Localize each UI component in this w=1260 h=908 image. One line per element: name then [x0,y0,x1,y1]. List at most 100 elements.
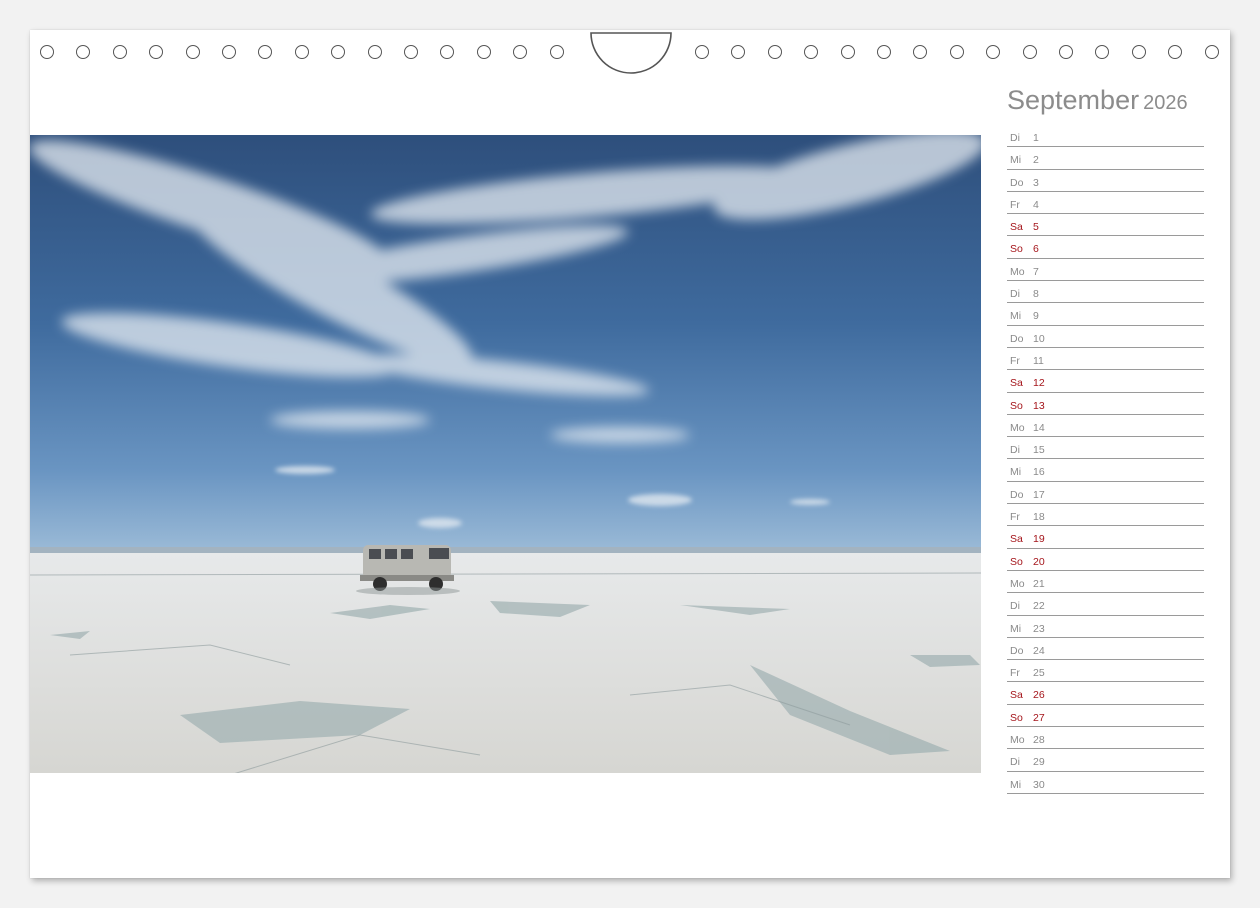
weekday-label: Sa [1010,377,1023,390]
day-number: 4 [1033,198,1039,211]
day-number: 8 [1033,288,1039,301]
day-number: 10 [1033,332,1045,345]
weekday-label: Sa [1010,221,1023,234]
binding-ring [804,45,818,59]
binding-ring [113,45,127,59]
weekday-label: Mi [1010,154,1022,167]
day-row: Sa 19 [1007,526,1204,549]
binding-ring [768,45,782,59]
day-number: 3 [1033,176,1039,189]
weekday-label: Mi [1010,310,1022,323]
day-row: Mi 9 [1007,303,1204,326]
day-number: 27 [1033,711,1045,724]
binding-ring [1205,45,1219,59]
day-number: 24 [1033,644,1045,657]
landscape-photo [30,135,981,773]
weekday-label: Do [1010,332,1024,345]
month-title: September 2026 [1007,85,1188,116]
binding-ring [950,45,964,59]
binding-ring [550,45,564,59]
weekday-label: Do [1010,488,1024,501]
day-number: 15 [1033,444,1045,457]
day-row: Mo 7 [1007,259,1204,282]
binding-ring [222,45,236,59]
binding-ring [477,45,491,59]
binding-ring [404,45,418,59]
weekday-label: Fr [1010,354,1020,367]
day-number: 16 [1033,466,1045,479]
binding-ring [695,45,709,59]
weekday-label: Mi [1010,622,1022,635]
binding-ring [841,45,855,59]
weekday-label: So [1010,711,1023,724]
day-row: Fr 18 [1007,504,1204,527]
weekday-label: Sa [1010,533,1023,546]
day-number: 2 [1033,154,1039,167]
day-row: Sa 12 [1007,370,1204,393]
binding-ring [877,45,891,59]
day-row: So 13 [1007,393,1204,415]
day-row: Do 10 [1007,326,1204,348]
weekday-label: So [1010,399,1023,412]
day-number: 22 [1033,600,1045,613]
day-number: 20 [1033,555,1045,568]
day-row: Di 29 [1007,749,1204,772]
binding-ring [1023,45,1037,59]
day-row: Di 1 [1007,125,1204,148]
day-row: So 6 [1007,236,1204,259]
calendar-page: September 2026 Di 1 Mi 2 Do 3 Fr 4 Sa 5 So 6 Mo 7 Di 8 Mi… [30,30,1230,878]
binding-ring [186,45,200,59]
day-number: 5 [1033,221,1039,234]
day-number: 13 [1033,399,1045,412]
binding-ring [913,45,927,59]
weekday-label: Do [1010,644,1024,657]
binding-ring [513,45,527,59]
binding-ring [731,45,745,59]
hanger-hook-icon [590,30,672,74]
weekday-label: Mo [1010,734,1025,747]
day-number: 9 [1033,310,1039,323]
binding-ring [295,45,309,59]
day-row: Fr 25 [1007,660,1204,683]
day-row: Di 8 [1007,281,1204,304]
weekday-label: Di [1010,600,1020,613]
weekday-label: Mo [1010,577,1025,590]
day-number: 6 [1033,243,1039,256]
weekday-label: Di [1010,288,1020,301]
day-number: 28 [1033,734,1045,747]
weekday-label: Fr [1010,198,1020,211]
binding-ring [440,45,454,59]
day-number: 23 [1033,622,1045,635]
day-row: Mo 14 [1007,415,1204,438]
weekday-label: Mo [1010,265,1025,278]
binding-ring [149,45,163,59]
day-row: Mo 28 [1007,727,1204,750]
weekday-label: Do [1010,176,1024,189]
day-row: Sa 26 [1007,682,1204,705]
weekday-label: Mi [1010,466,1022,479]
weekday-label: So [1010,243,1023,256]
day-list: Di 1 Mi 2 Do 3 Fr 4 Sa 5 So 6 Mo 7 Di 8 Mi 9 Do 10 Fr 11 Sa 12 S… [1007,125,1204,794]
day-number: 14 [1033,421,1045,434]
weekday-label: Fr [1010,511,1020,524]
weekday-label: Sa [1010,689,1023,702]
day-row: Di 22 [1007,593,1204,616]
day-number: 11 [1033,354,1044,367]
day-number: 25 [1033,667,1045,680]
binding-ring [1059,45,1073,59]
binding-ring [40,45,54,59]
day-row: Mi 30 [1007,772,1204,794]
day-row: So 27 [1007,705,1204,728]
day-number: 26 [1033,689,1045,702]
day-number: 7 [1033,265,1039,278]
weekday-label: Fr [1010,667,1020,680]
day-number: 12 [1033,377,1045,390]
day-row: Fr 11 [1007,348,1204,371]
day-row: Mi 2 [1007,147,1204,170]
binding-ring [1095,45,1109,59]
day-number: 1 [1033,132,1039,144]
weekday-label: Di [1010,132,1020,144]
day-row: Mi 16 [1007,459,1204,482]
day-number: 29 [1033,756,1045,769]
binding-ring [1168,45,1182,59]
